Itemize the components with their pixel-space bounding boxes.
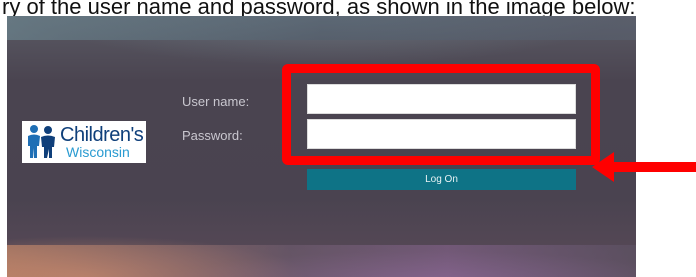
- logo-line-childrens: Children's: [60, 124, 144, 146]
- red-highlight-box: [282, 64, 600, 165]
- log-on-button[interactable]: Log On: [307, 169, 576, 190]
- childrens-wisconsin-logo: Children's Wisconsin: [22, 121, 146, 163]
- password-label: Password:: [182, 128, 243, 143]
- children-figures-icon: [28, 125, 55, 158]
- login-screen: Children's Wisconsin User name: Password…: [7, 16, 636, 277]
- left-arrow-icon: [592, 152, 696, 182]
- logo-wordmark: Children's Wisconsin: [60, 124, 144, 160]
- bottom-decorative-band: [7, 245, 636, 277]
- document-caption: ry of the user name and password, as sho…: [2, 0, 636, 17]
- username-label: User name:: [182, 94, 250, 109]
- logo-line-wisconsin: Wisconsin: [66, 144, 130, 160]
- top-decorative-band: [7, 16, 636, 40]
